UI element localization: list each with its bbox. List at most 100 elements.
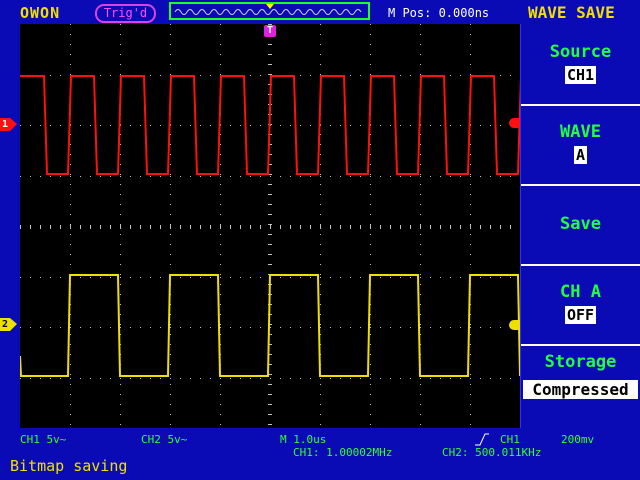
- grid-dot: [320, 274, 321, 275]
- grid-dot: [320, 314, 321, 315]
- grid-dot: [150, 327, 151, 328]
- save-label: Save: [560, 214, 601, 234]
- trigger-status-text: Trig'd: [103, 6, 148, 20]
- grid-dot: [120, 314, 121, 315]
- grid-dot: [320, 164, 321, 165]
- trigger-position-marker[interactable]: T: [264, 25, 276, 37]
- grid-dot: [120, 144, 121, 145]
- grid-dot: [230, 176, 231, 177]
- grid-dot: [120, 264, 121, 265]
- grid-dot: [70, 414, 71, 415]
- grid-dot: [220, 378, 221, 379]
- grid-dot: [450, 277, 451, 278]
- grid-dot: [320, 244, 321, 245]
- menu-wave[interactable]: WAVE A: [521, 106, 640, 186]
- center-tick: [370, 225, 371, 229]
- grid-dot: [220, 164, 221, 165]
- grid-dot: [70, 144, 71, 145]
- grid-dot: [420, 274, 421, 275]
- grid-dot: [170, 144, 171, 145]
- grid-dot: [420, 384, 421, 385]
- grid-dot: [260, 176, 261, 177]
- grid-dot: [70, 374, 71, 375]
- grid-dot: [350, 378, 351, 379]
- grid-dot: [370, 34, 371, 35]
- grid-dot: [170, 194, 171, 195]
- grid-dot: [320, 174, 321, 175]
- grid-dot: [170, 204, 171, 205]
- grid-dot: [370, 144, 371, 145]
- cha-value: OFF: [564, 306, 597, 324]
- grid-dot: [120, 304, 121, 305]
- wave-save-menu: Source CH1 WAVE A Save CH A OFF Storage …: [521, 24, 640, 454]
- grid-dot: [420, 294, 421, 295]
- grid-dot: [320, 204, 321, 205]
- menu-save[interactable]: Save: [521, 186, 640, 266]
- grid-dot: [370, 184, 371, 185]
- grid-dot: [420, 184, 421, 185]
- grid-dot: [170, 327, 171, 328]
- grid-dot: [470, 194, 471, 195]
- grid-dot: [180, 327, 181, 328]
- ch2-frequency-readout: CH2: 500.011KHz: [442, 446, 542, 459]
- grid-dot: [370, 424, 371, 425]
- ch1-frequency-readout: CH1: 1.00002MHz: [293, 446, 393, 459]
- grid-dot: [290, 327, 291, 328]
- ch2-arrow-icon: [10, 318, 17, 331]
- menu-storage[interactable]: Storage Compressed: [521, 346, 640, 422]
- grid-dot: [170, 34, 171, 35]
- grid-dot: [310, 176, 311, 177]
- grid-dot: [60, 176, 61, 177]
- grid-dot: [340, 378, 341, 379]
- grid-dot: [370, 64, 371, 65]
- grid-dot: [220, 234, 221, 235]
- grid-dot: [120, 184, 121, 185]
- center-tick: [420, 225, 421, 229]
- grid-dot: [340, 176, 341, 177]
- grid-dot: [320, 234, 321, 235]
- center-tick: [268, 184, 272, 185]
- grid-dot: [40, 176, 41, 177]
- center-tick: [70, 225, 71, 229]
- center-tick: [330, 225, 331, 229]
- menu-cha[interactable]: CH A OFF: [521, 266, 640, 346]
- grid-dot: [50, 125, 51, 126]
- grid-dot: [250, 378, 251, 379]
- center-tick: [270, 225, 271, 229]
- grid-dot: [240, 176, 241, 177]
- grid-dot: [220, 54, 221, 55]
- grid-dot: [420, 154, 421, 155]
- grid-dot: [280, 125, 281, 126]
- grid-dot: [70, 324, 71, 325]
- grid-dot: [290, 378, 291, 379]
- grid-dot: [370, 204, 371, 205]
- grid-dot: [350, 327, 351, 328]
- grid-dot: [420, 277, 421, 278]
- center-tick: [20, 225, 21, 229]
- grid-dot: [170, 224, 171, 225]
- grid-dot: [300, 125, 301, 126]
- grid-dot: [420, 394, 421, 395]
- grid-dot: [220, 284, 221, 285]
- grid-dot: [120, 284, 121, 285]
- grid-dot: [150, 277, 151, 278]
- grid-dot: [470, 214, 471, 215]
- grid-dot: [450, 327, 451, 328]
- grid-dot: [410, 378, 411, 379]
- grid-dot: [490, 176, 491, 177]
- grid-dot: [70, 344, 71, 345]
- grid-dot: [220, 254, 221, 255]
- ch1-level-marker[interactable]: 1: [0, 118, 10, 131]
- grid-dot: [310, 277, 311, 278]
- grid-dot: [230, 327, 231, 328]
- grid-dot: [210, 176, 211, 177]
- ch2-level-marker[interactable]: 2: [0, 318, 10, 331]
- ch1-scale-readout: CH1 5v~: [20, 433, 67, 446]
- center-tick: [268, 44, 272, 45]
- grid-dot: [90, 378, 91, 379]
- grid-dot: [290, 176, 291, 177]
- menu-source[interactable]: Source CH1: [521, 24, 640, 106]
- grid-dot: [70, 364, 71, 365]
- grid-dot: [350, 277, 351, 278]
- center-tick: [300, 225, 301, 229]
